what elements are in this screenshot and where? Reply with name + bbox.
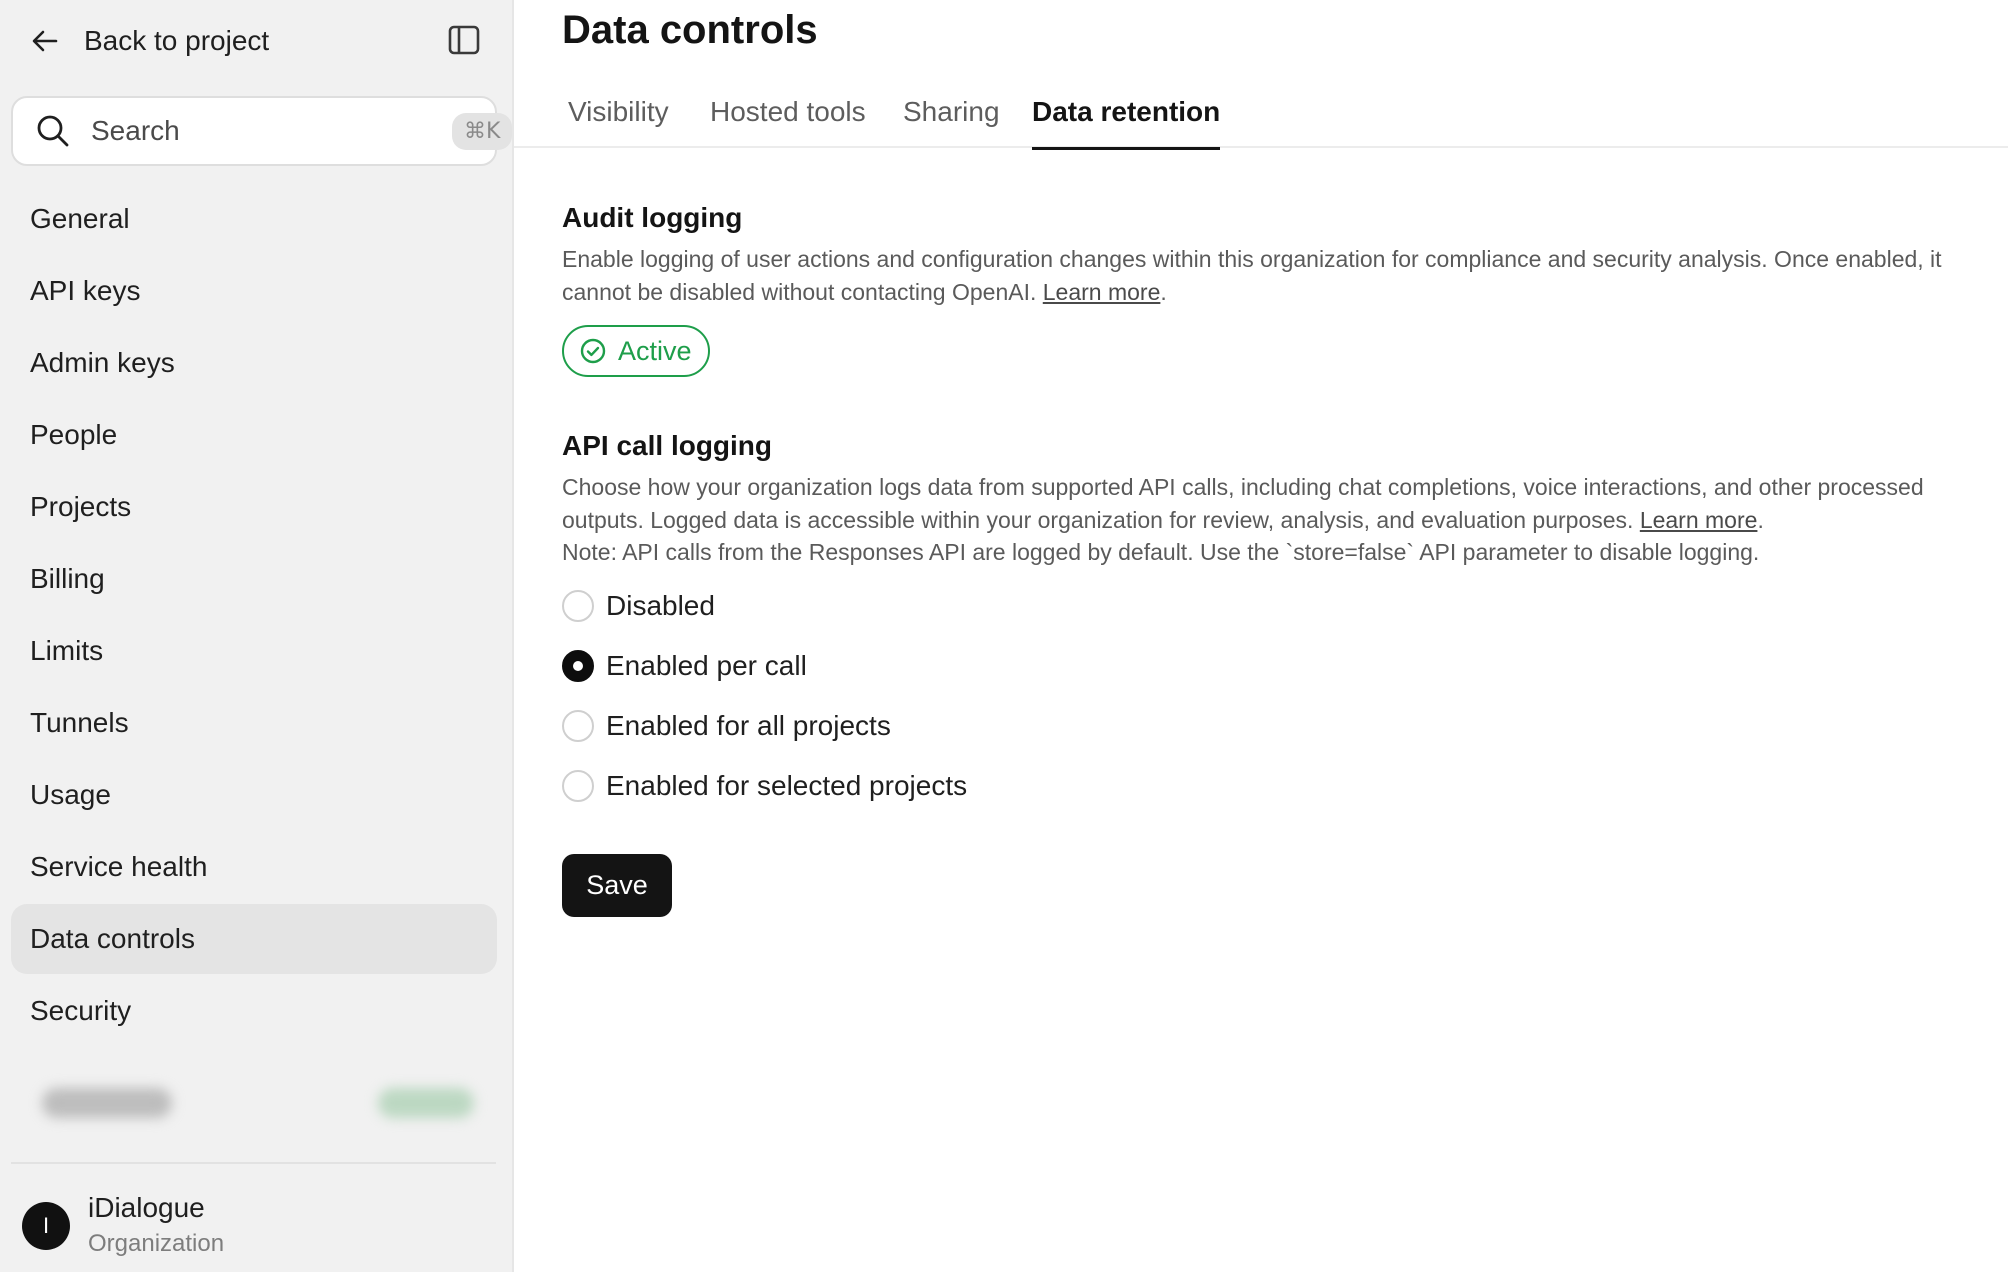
sidebar-item-tunnels[interactable]: Tunnels bbox=[11, 688, 497, 758]
radio-option-disabled[interactable]: Disabled bbox=[562, 586, 715, 626]
api-call-logging-description: Choose how your organization logs data f… bbox=[562, 474, 1924, 565]
sidebar-item-billing[interactable]: Billing bbox=[11, 544, 497, 614]
search-shortcut-badge: ⌘K bbox=[452, 112, 513, 150]
radio-button[interactable] bbox=[562, 710, 594, 742]
radio-label: Disabled bbox=[606, 590, 715, 621]
radio-button[interactable] bbox=[562, 590, 594, 622]
audit-learn-more-link[interactable]: Learn more bbox=[1043, 279, 1161, 305]
sidebar-item-data-controls[interactable]: Data controls bbox=[11, 904, 497, 974]
sidebar-item-usage[interactable]: Usage bbox=[11, 760, 497, 830]
organization-switcher[interactable]: I iDialogue Organization bbox=[22, 1190, 224, 1262]
audit-logging-description: Enable logging of user actions and confi… bbox=[562, 246, 1942, 305]
sidebar-item-people[interactable]: People bbox=[11, 400, 497, 470]
sidebar-item-admin-keys[interactable]: Admin keys bbox=[11, 328, 497, 398]
api-learn-more-link[interactable]: Learn more bbox=[1640, 507, 1758, 533]
avatar: I bbox=[22, 1202, 70, 1250]
radio-button-checked[interactable] bbox=[562, 650, 594, 682]
main-content: Data controls Visibility Hosted tools Sh… bbox=[514, 0, 2008, 1272]
sidebar-toggle-icon[interactable] bbox=[446, 22, 482, 58]
sidebar-divider bbox=[11, 1162, 496, 1164]
search-icon bbox=[35, 113, 71, 149]
page-title: Data controls bbox=[562, 8, 818, 52]
search-input[interactable] bbox=[91, 115, 452, 147]
search-box[interactable]: ⌘K bbox=[11, 96, 513, 166]
status-badge-label: Active bbox=[618, 335, 692, 366]
back-to-project-link[interactable]: Back to project bbox=[30, 18, 482, 63]
redacted-label bbox=[42, 1088, 172, 1118]
audit-logging-title: Audit logging bbox=[562, 202, 743, 233]
check-circle-icon bbox=[580, 338, 606, 364]
back-to-project-label: Back to project bbox=[84, 24, 270, 56]
tab-bar: Visibility Hosted tools Sharing Data ret… bbox=[514, 90, 2008, 150]
save-button[interactable]: Save bbox=[562, 854, 672, 917]
organization-name: iDialogue bbox=[88, 1192, 205, 1223]
radio-label: Enabled for all projects bbox=[606, 710, 891, 741]
tab-sharing[interactable]: Sharing bbox=[903, 90, 1000, 148]
arrow-left-icon bbox=[30, 24, 64, 58]
tab-data-retention[interactable]: Data retention bbox=[1032, 90, 1221, 150]
sidebar-item-projects[interactable]: Projects bbox=[11, 472, 497, 542]
sidebar: Back to project ⌘K General API keys Admi… bbox=[0, 0, 514, 1272]
sidebar-nav: General API keys Admin keys People Proje… bbox=[11, 184, 497, 1048]
sidebar-item-service-health[interactable]: Service health bbox=[11, 832, 497, 902]
radio-option-enabled-all-projects[interactable]: Enabled for all projects bbox=[562, 706, 891, 746]
sidebar-item-security[interactable]: Security bbox=[11, 976, 497, 1046]
redacted-sidebar-item bbox=[28, 1068, 488, 1138]
tab-visibility[interactable]: Visibility bbox=[568, 90, 669, 148]
radio-option-enabled-per-call[interactable]: Enabled per call bbox=[562, 646, 807, 686]
sidebar-item-limits[interactable]: Limits bbox=[11, 616, 497, 686]
audit-logging-text: Enable logging of user actions and confi… bbox=[562, 246, 1942, 305]
radio-label: Enabled per call bbox=[606, 650, 807, 681]
sidebar-item-general[interactable]: General bbox=[11, 184, 497, 254]
api-call-logging-title: API call logging bbox=[562, 430, 773, 461]
organization-type: Organization bbox=[88, 1230, 225, 1257]
api-logging-note: Note: API calls from the Responses API a… bbox=[562, 539, 1760, 565]
radio-button[interactable] bbox=[562, 770, 594, 802]
radio-label: Enabled for selected projects bbox=[606, 770, 968, 801]
redacted-badge bbox=[378, 1088, 474, 1118]
status-badge: Active bbox=[562, 325, 710, 377]
sidebar-item-api-keys[interactable]: API keys bbox=[11, 256, 497, 326]
radio-option-enabled-selected-projects[interactable]: Enabled for selected projects bbox=[562, 766, 967, 806]
tab-hosted-tools[interactable]: Hosted tools bbox=[710, 90, 866, 148]
